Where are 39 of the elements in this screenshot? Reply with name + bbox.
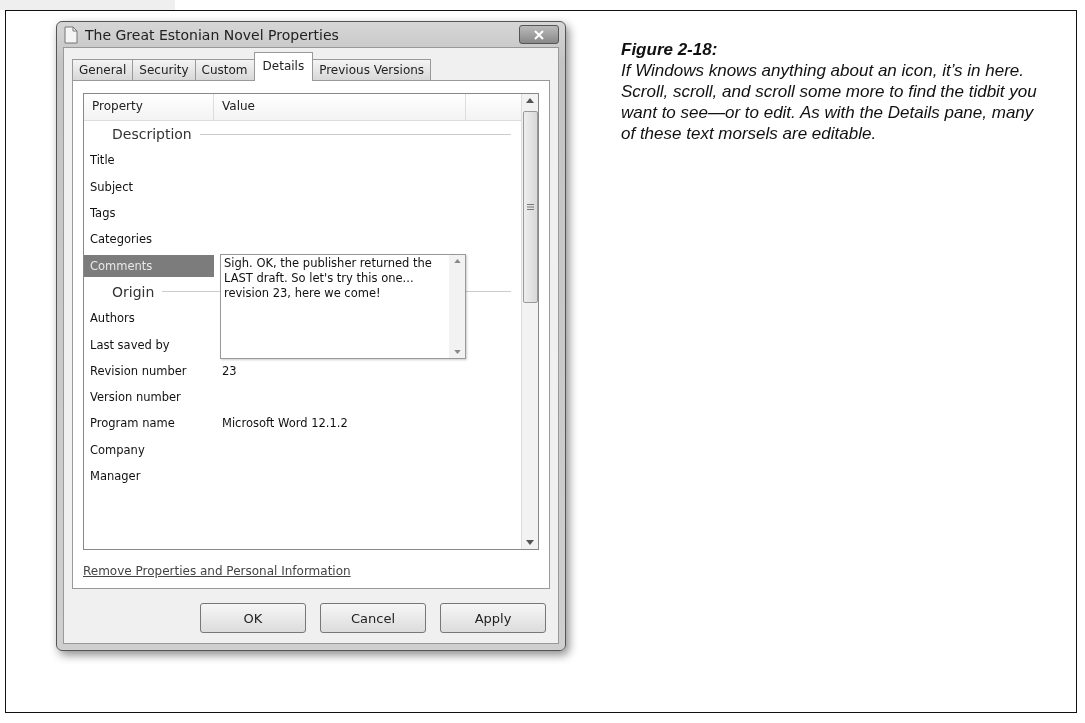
group-heading: Origin: [112, 283, 155, 300]
property-name[interactable]: Title: [84, 149, 214, 172]
comments-field[interactable]: Sigh. OK, the publisher returned the LAST draft. So let's try this one... revision 23, here we come!: [220, 254, 466, 360]
figure-caption: If Windows knows anything about an icon, it’s in here. Scroll, scroll, and scroll some more to find the tidbit you want to see—or to edit. As with the Details pane, many of these text morsels are editable.: [621, 60, 1038, 144]
property-name[interactable]: Authors: [84, 307, 214, 330]
tab[interactable]: Previous Versions: [312, 59, 432, 80]
scroll-up-icon[interactable]: [526, 98, 534, 103]
scrollbar[interactable]: [521, 94, 538, 549]
dialog-button[interactable]: Cancel: [320, 603, 426, 633]
remove-properties-link[interactable]: Remove Properties and Personal Information: [83, 564, 351, 578]
tab[interactable]: Details: [253, 52, 314, 81]
property-value: Microsoft Word 12.1.2: [221, 416, 348, 431]
tab[interactable]: Custom: [194, 59, 255, 80]
scroll-thumb[interactable]: [522, 111, 538, 303]
property-name[interactable]: Company: [84, 438, 214, 461]
tab[interactable]: Security: [132, 59, 196, 80]
property-name[interactable]: Last saved by: [84, 333, 214, 356]
dialog-button[interactable]: OK: [200, 603, 306, 633]
property-name[interactable]: Version number: [84, 386, 214, 409]
scroll-down-icon[interactable]: [526, 540, 534, 545]
column-header[interactable]: Value: [214, 94, 466, 120]
close-icon[interactable]: [533, 29, 545, 40]
scroll-down-icon[interactable]: [453, 350, 461, 355]
dialog-button[interactable]: Apply: [440, 603, 546, 633]
property-name[interactable]: Subject: [84, 175, 214, 198]
document-icon: [63, 25, 79, 44]
figure-label: Figure 2-18:: [621, 39, 719, 60]
property-value: 23: [221, 363, 237, 378]
property-name[interactable]: Program name: [84, 412, 214, 435]
scroll-up-icon[interactable]: [453, 259, 461, 264]
property-name[interactable]: Tags: [84, 202, 214, 225]
property-name[interactable]: Manager: [84, 465, 214, 487]
window-title: The Great Estonian Novel Properties: [85, 26, 340, 43]
column-header[interactable]: Property: [84, 94, 214, 120]
tab[interactable]: General: [72, 59, 134, 80]
property-name[interactable]: Categories: [84, 228, 214, 251]
close-button[interactable]: [519, 25, 559, 44]
property-name[interactable]: Revision number: [84, 359, 214, 382]
group-heading: Description: [112, 126, 192, 143]
